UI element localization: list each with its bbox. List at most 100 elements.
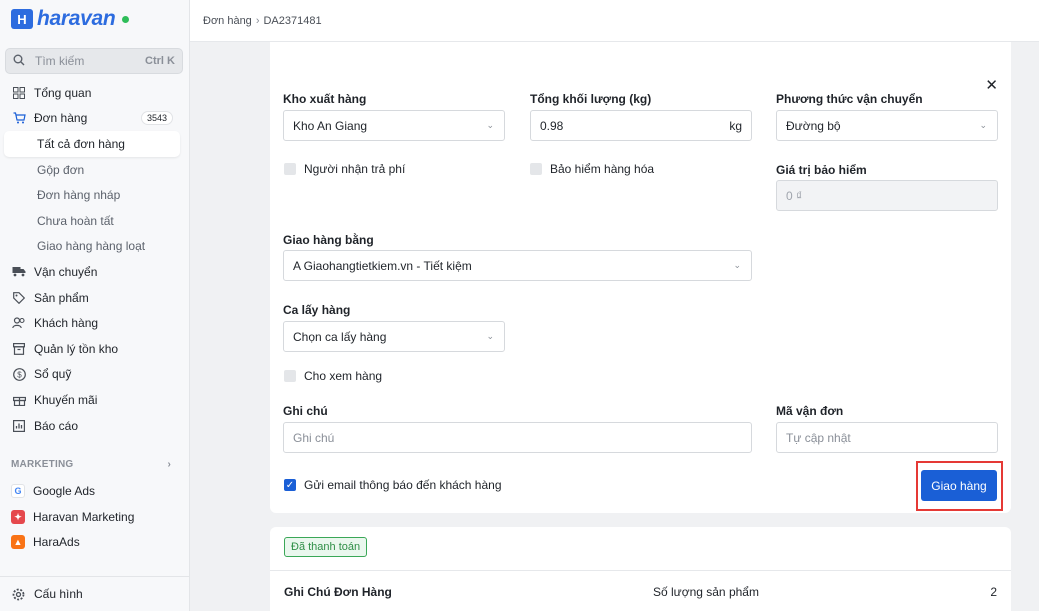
- pickup-label: Ca lấy hàng: [283, 303, 351, 317]
- marketing-label: Google Ads: [33, 484, 96, 498]
- nav-label: Báo cáo: [34, 418, 79, 433]
- checkbox-box: [530, 163, 542, 175]
- sidebar: H haravan Tìm kiếm Ctrl K Tổng quan Đơn …: [0, 0, 190, 611]
- main-content: ✕ Kho xuất hàng Kho An Giang ⌄ Tổng khối…: [190, 42, 1039, 611]
- nav-item-overview[interactable]: Tổng quan: [0, 80, 190, 106]
- top-bar: Đơn hàng › DA2371481: [190, 0, 1039, 42]
- marketing-title: MARKETING: [11, 459, 74, 470]
- marketing-label: Haravan Marketing: [33, 510, 135, 524]
- logo[interactable]: H haravan: [11, 7, 130, 30]
- dashboard-icon: [12, 86, 26, 100]
- tracking-input[interactable]: Tự cập nhật: [776, 422, 998, 453]
- nav-item-customers[interactable]: Khách hàng: [0, 310, 190, 336]
- orders-count-badge: 3543: [140, 111, 173, 126]
- breadcrumb-separator: ›: [255, 14, 260, 27]
- nav-item-inventory[interactable]: Quản lý tồn kho: [0, 336, 190, 362]
- marketing-item-google-ads[interactable]: G Google Ads: [11, 484, 95, 498]
- status-dot: [122, 15, 130, 23]
- tracking-label: Mã vận đơn: [776, 404, 844, 418]
- chevron-down-icon: ⌄: [979, 120, 987, 130]
- chevron-down-icon: ⌄: [733, 260, 741, 270]
- tag-icon: [12, 291, 26, 305]
- nav-sub-incomplete[interactable]: Chưa hoàn tất: [0, 208, 190, 234]
- weight-input[interactable]: 0.98 kg: [530, 110, 752, 141]
- report-icon: [12, 419, 26, 433]
- warehouse-label: Kho xuất hàng: [283, 92, 367, 106]
- close-icon[interactable]: ✕: [985, 76, 998, 94]
- marketing-item-haravan-marketing[interactable]: ✦ Haravan Marketing: [11, 510, 134, 524]
- insurance-checkbox[interactable]: Bảo hiểm hàng hóa: [530, 162, 654, 176]
- svg-text:$: $: [17, 370, 22, 379]
- nav-label: Tổng quan: [34, 85, 92, 100]
- settings-label: Cấu hình: [34, 587, 83, 601]
- google-icon: G: [11, 484, 25, 498]
- carrier-label: Giao hàng bằng: [283, 233, 374, 247]
- note-input[interactable]: Ghi chú: [283, 422, 752, 453]
- search-shortcut: Ctrl K: [145, 55, 175, 67]
- breadcrumb-parent[interactable]: Đơn hàng: [203, 15, 252, 27]
- method-label: Phương thức vận chuyển: [776, 92, 923, 106]
- weight-label: Tổng khối lượng (kg): [530, 92, 652, 106]
- receiver-pays-label: Người nhận trả phí: [304, 162, 406, 176]
- checkbox-box: [284, 370, 296, 382]
- nav-label: Sản phẩm: [34, 290, 89, 305]
- insurance-value-placeholder: 0 ₫: [786, 188, 803, 203]
- send-email-label: Gửi email thông báo đến khách hàng: [304, 478, 502, 492]
- product-qty-label: Số lượng sản phẩm: [653, 585, 759, 599]
- divider: [270, 570, 1011, 571]
- nav-item-promotions[interactable]: Khuyến mãi: [0, 387, 190, 413]
- breadcrumb-current: DA2371481: [263, 14, 322, 27]
- nav-label: Sổ quỹ: [34, 367, 72, 382]
- checkbox-box: [284, 163, 296, 175]
- method-select[interactable]: Đường bộ ⌄: [776, 110, 998, 141]
- method-value: Đường bộ: [786, 118, 841, 133]
- marketing-label: HaraAds: [33, 535, 80, 549]
- send-email-checkbox[interactable]: ✓ Gửi email thông báo đến khách hàng: [284, 478, 502, 492]
- nav-item-products[interactable]: Sản phẩm: [0, 285, 190, 311]
- note-label: Ghi chú: [283, 404, 328, 418]
- nav-label: Quản lý tồn kho: [34, 341, 119, 356]
- nav-sub-all-orders[interactable]: Tất cả đơn hàng: [4, 131, 180, 157]
- nav-label: Vận chuyển: [34, 264, 98, 279]
- chevron-down-icon: ⌄: [486, 120, 494, 130]
- pickup-value: Chọn ca lấy hàng: [293, 329, 387, 344]
- allow-view-label: Cho xem hàng: [304, 369, 383, 383]
- haravan-marketing-icon: ✦: [11, 510, 25, 524]
- haraads-icon: ▲: [11, 535, 25, 549]
- nav-sub-bulk-shipping[interactable]: Giao hàng hàng loạt: [0, 234, 190, 260]
- nav-item-reports[interactable]: Báo cáo: [0, 413, 190, 439]
- nav-label: Khách hàng: [34, 316, 99, 331]
- allow-view-checkbox[interactable]: Cho xem hàng: [284, 369, 382, 383]
- cart-icon: [12, 111, 26, 125]
- note-placeholder: Ghi chú: [293, 430, 335, 445]
- search-box[interactable]: Tìm kiếm Ctrl K: [5, 48, 183, 74]
- warehouse-select[interactable]: Kho An Giang ⌄: [283, 110, 505, 141]
- logo-mark: H: [11, 9, 33, 29]
- nav-label: Đơn hàng: [34, 111, 88, 126]
- truck-icon: [12, 265, 26, 279]
- receiver-pays-checkbox[interactable]: Người nhận trả phí: [284, 162, 405, 176]
- nav-item-orders[interactable]: Đơn hàng 3543: [0, 106, 190, 132]
- pickup-select[interactable]: Chọn ca lấy hàng ⌄: [283, 321, 505, 352]
- warehouse-value: Kho An Giang: [293, 118, 368, 133]
- gift-icon: [12, 393, 26, 407]
- insurance-value-label: Giá trị bảo hiểm: [776, 163, 867, 177]
- marketing-section-header[interactable]: MARKETING ›: [11, 459, 171, 470]
- tracking-placeholder: Tự cập nhật: [786, 430, 851, 445]
- ship-button[interactable]: Giao hàng: [921, 470, 997, 501]
- nav-sub-merge-orders[interactable]: Gộp đơn: [0, 157, 190, 183]
- nav-item-cashbook[interactable]: $ Sổ quỹ: [0, 362, 190, 388]
- gear-icon: [12, 588, 26, 601]
- chevron-right-icon: ›: [167, 459, 171, 470]
- nav-sub-draft-orders[interactable]: Đơn hàng nháp: [0, 182, 190, 208]
- product-qty-value: 2: [990, 585, 997, 599]
- nav-label: Khuyến mãi: [34, 392, 98, 407]
- weight-value: 0.98: [540, 118, 564, 133]
- check-icon: ✓: [284, 479, 296, 491]
- archive-icon: [12, 342, 26, 356]
- nav-item-shipping[interactable]: Vận chuyển: [0, 259, 190, 285]
- settings-item[interactable]: Cấu hình: [0, 576, 190, 611]
- marketing-item-haraads[interactable]: ▲ HaraAds: [11, 535, 80, 549]
- carrier-select[interactable]: A Giaohangtietkiem.vn - Tiết kiệm ⌄: [283, 250, 752, 281]
- shipping-form-card: ✕ Kho xuất hàng Kho An Giang ⌄ Tổng khối…: [270, 42, 1011, 513]
